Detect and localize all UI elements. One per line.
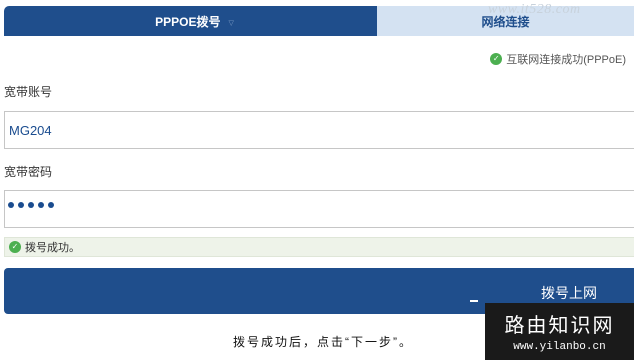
password-label: 宽带密码: [4, 165, 53, 179]
brand-title: 路由知识网: [504, 315, 615, 337]
dial-result-text: 拨号成功。: [25, 242, 80, 254]
password-dot: [38, 202, 44, 208]
check-circle-icon: ✓: [9, 241, 21, 253]
tab-pppoe-label: PPPOE拨号: [155, 14, 221, 29]
check-circle-icon: ✓: [490, 53, 503, 65]
watermark-top: www.it528.com: [488, 2, 581, 17]
connection-status: ✓ 互联网连接成功(PPPoE): [490, 51, 626, 67]
brand-url: www.yilanbo.cn: [513, 341, 606, 353]
chevron-down-icon: ▽: [228, 19, 234, 27]
password-dot: [18, 202, 24, 208]
account-label: 宽带账号: [4, 85, 53, 99]
password-dot: [8, 202, 14, 208]
password-dot: [48, 202, 54, 208]
brand-watermark: 路由知识网 www.yilanbo.cn: [485, 303, 634, 360]
password-mask: [8, 202, 54, 208]
next-step-hint: 拨号成功后，点击“下一步”。: [233, 335, 413, 349]
connection-status-text: 互联网连接成功(PPPoE): [506, 54, 626, 66]
account-input[interactable]: [4, 111, 634, 149]
button-underline: [470, 300, 478, 302]
password-input[interactable]: [4, 190, 634, 228]
dial-button-label: 拨号上网: [541, 285, 597, 301]
dial-result-bar: ✓ 拨号成功。: [4, 237, 634, 257]
tab-pppoe[interactable]: PPPOE拨号 ▽: [4, 6, 377, 36]
password-dot: [28, 202, 34, 208]
